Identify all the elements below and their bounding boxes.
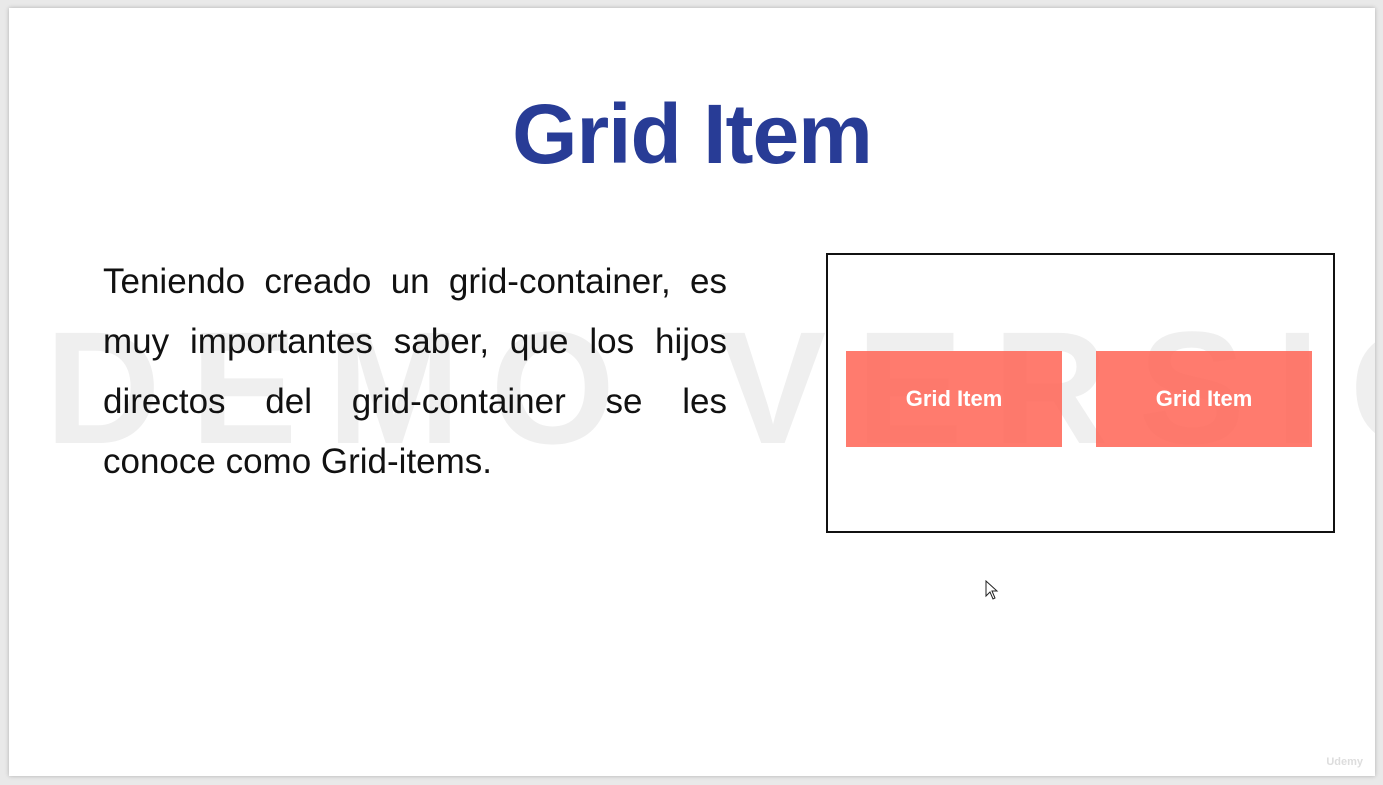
udemy-logo: Udemy [1326,756,1363,768]
grid-item-1: Grid Item [846,351,1062,447]
body-paragraph: Teniendo creado un grid-container, es mu… [103,262,727,481]
slide: DEMO VERSION Grid Item Teniendo creado u… [9,8,1375,776]
mouse-cursor-icon [985,580,999,600]
grid-item-2: Grid Item [1096,351,1312,447]
slide-title: Grid Item [512,87,873,181]
grid-container-diagram: Grid Item Grid Item [826,253,1335,533]
